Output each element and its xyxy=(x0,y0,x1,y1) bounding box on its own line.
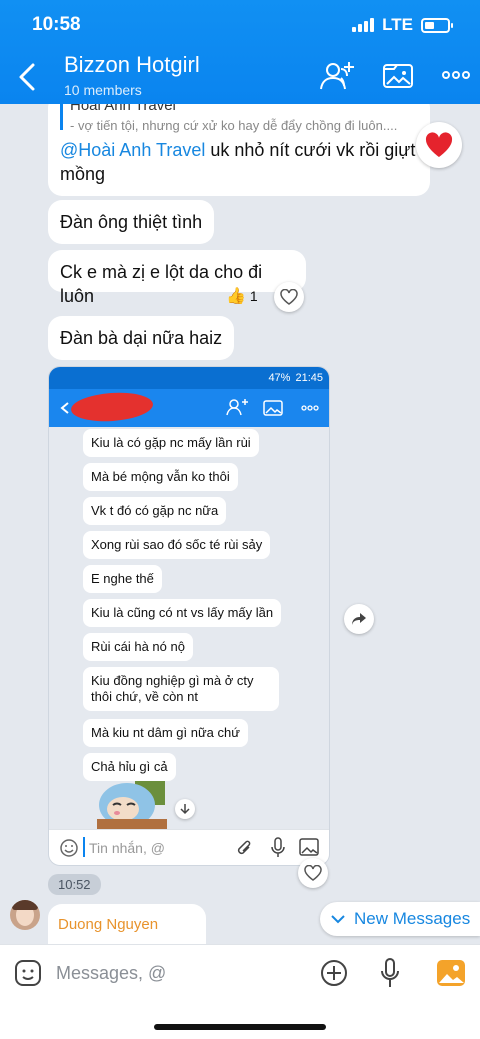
inner-back-icon xyxy=(60,402,69,414)
message-bubble[interactable]: Đàn bà dại nữa haiz xyxy=(48,316,235,360)
inner-more-icon xyxy=(301,405,319,411)
group-title[interactable]: Bizzon Hotgirl xyxy=(64,52,200,78)
image-message[interactable]: 47% 21:45 Kiu là có gặp nc mấy lần rùi M… xyxy=(48,366,330,866)
network-label: LTE xyxy=(382,15,413,34)
inner-emoji-icon xyxy=(60,839,78,857)
reply-message-bubble[interactable]: Hoài Anh Travel - vợ tiến tội, nhưng cứ … xyxy=(48,104,430,196)
inner-message: Mà bé mộng vẫn ko thôi xyxy=(83,463,238,491)
gallery-icon[interactable] xyxy=(382,60,414,90)
sticker-icon[interactable] xyxy=(14,959,42,987)
more-icon[interactable] xyxy=(442,70,470,80)
download-button xyxy=(175,799,195,819)
inner-message: Mà kiu nt dâm gì nữa chứ xyxy=(83,719,248,747)
incoming-message-bubble[interactable]: Duong Nguyen xyxy=(48,904,206,944)
microphone-icon[interactable] xyxy=(380,957,400,989)
new-messages-button[interactable]: New Messages xyxy=(320,902,480,936)
heart-outline-icon xyxy=(280,289,298,305)
home-indicator xyxy=(154,1024,326,1030)
message-bubble[interactable]: Ck e mà zị e lột da cho đi luôn xyxy=(48,250,306,306)
reply-quote: - vợ tiến tội, nhưng cứ xử ko hay dễ đẩy… xyxy=(70,118,398,133)
avatar[interactable] xyxy=(10,900,40,930)
chat-area[interactable]: Hoài Anh Travel - vợ tiến tội, nhưng cứ … xyxy=(0,104,480,944)
inner-message: Xong rùi sao đó sốc té rùi sảy xyxy=(83,531,271,559)
inner-header xyxy=(49,389,329,427)
inner-input-placeholder: Tin nhắn, @ xyxy=(89,840,165,856)
timestamp: 10:52 xyxy=(48,874,101,895)
inner-image-icon xyxy=(299,838,319,856)
inner-gallery-icon xyxy=(263,400,283,416)
reaction-count[interactable]: 👍 1 xyxy=(226,286,258,306)
inner-message: Kiu đồng nghiệp gì mà ở cty thôi chứ, về… xyxy=(83,667,279,711)
reply-indicator xyxy=(60,104,63,130)
thumbs-up-icon: 👍 xyxy=(226,288,246,305)
signal-icon xyxy=(352,18,375,32)
sender-name: Duong Nguyen xyxy=(58,916,159,933)
message-input[interactable]: Messages, @ xyxy=(56,963,166,984)
sticker-image xyxy=(97,781,167,831)
add-member-icon[interactable] xyxy=(318,60,356,92)
forward-button[interactable] xyxy=(344,604,374,634)
inner-add-member-icon xyxy=(226,399,248,416)
mention-link[interactable]: @Hoài Anh Travel xyxy=(60,140,205,160)
top-bar: 10:58 LTE Bizzon Hotgirl 10 members xyxy=(0,0,480,104)
inner-message: Rùi cái hà nó nộ xyxy=(83,633,193,661)
status-time: 10:58 xyxy=(32,14,81,35)
plus-icon[interactable] xyxy=(320,959,348,987)
inner-message: Vk t đó có gặp nc nữa xyxy=(83,497,227,525)
inner-input-bar: Tin nhắn, @ xyxy=(49,829,329,865)
back-icon[interactable] xyxy=(16,60,38,94)
heart-outline-icon xyxy=(304,865,322,881)
inner-message: Kiu là cũng có nt vs lấy mấy lần xyxy=(83,599,282,627)
redaction-mark xyxy=(70,390,154,424)
chevron-down-icon xyxy=(331,915,345,924)
battery-icon xyxy=(421,17,453,33)
member-count: 10 members xyxy=(64,82,142,98)
message-bubble[interactable]: Đàn ông thiệt tình xyxy=(48,200,215,244)
download-icon xyxy=(180,804,190,815)
inner-message: Kiu là có gặp nc mấy lần rùi xyxy=(83,429,259,457)
share-icon xyxy=(352,613,366,625)
heart-reaction[interactable] xyxy=(416,122,462,168)
inner-status-bar: 47% 21:45 xyxy=(49,367,329,389)
inner-mic-icon xyxy=(271,837,285,857)
heart-icon xyxy=(425,132,453,157)
inner-attach-icon xyxy=(237,840,251,855)
status-indicators: LTE xyxy=(352,15,453,35)
react-button[interactable] xyxy=(274,282,304,312)
react-button[interactable] xyxy=(298,858,328,888)
text-cursor xyxy=(83,837,85,857)
photo-icon[interactable] xyxy=(436,959,466,987)
inner-message: E nghe thế xyxy=(83,565,162,593)
